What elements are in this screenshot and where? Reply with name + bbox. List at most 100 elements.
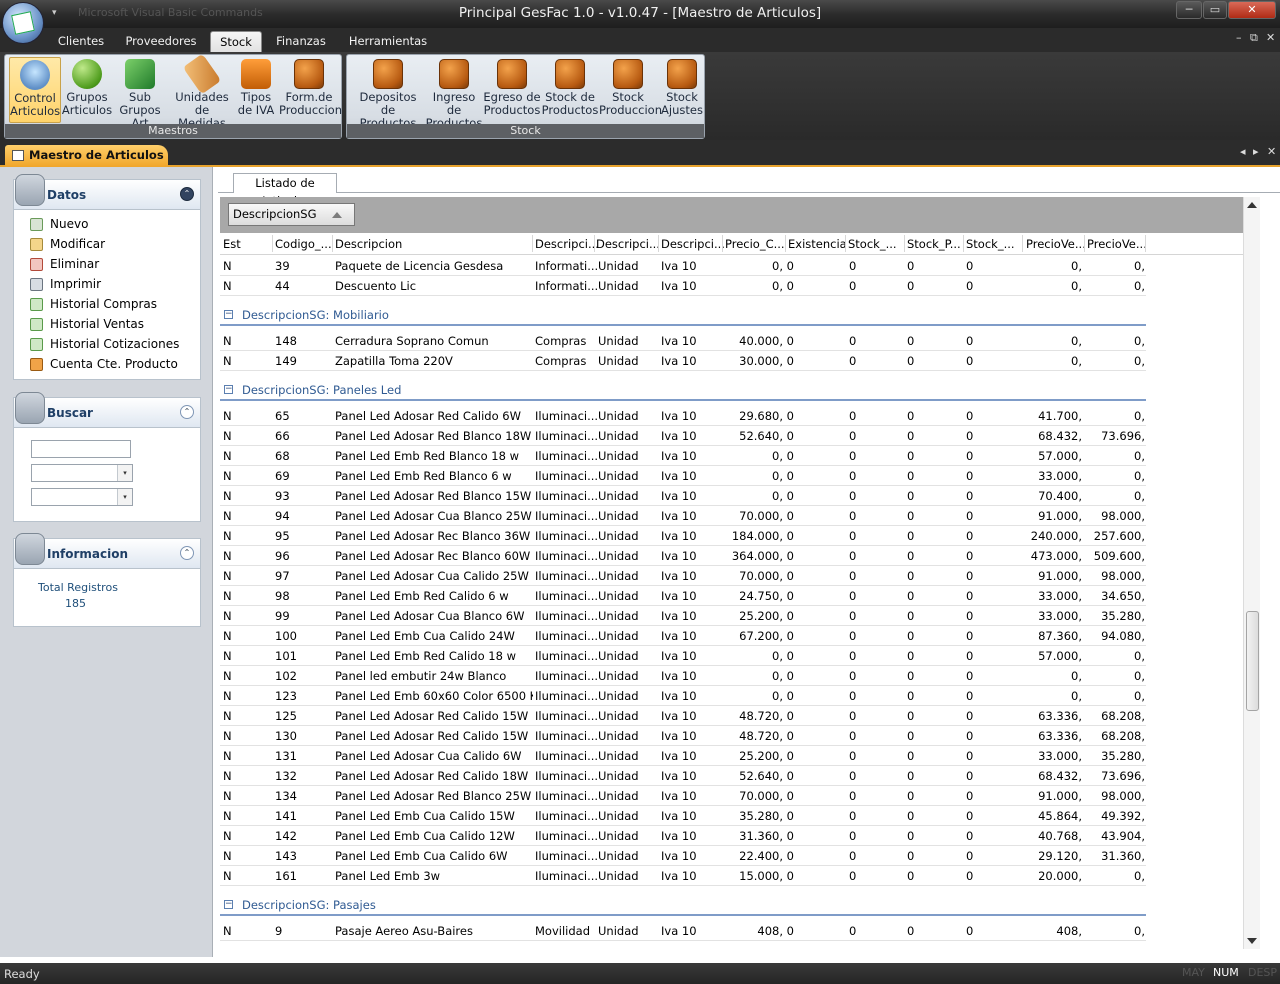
document-tab-maestro[interactable]: Maestro de Articulos	[5, 145, 168, 167]
form-produccion-button[interactable]: Form.de Produccion	[279, 57, 342, 123]
depositos-button[interactable]: Depositos de Productos	[351, 57, 425, 130]
action-cuenta-cte[interactable]: Cuenta Cte. Producto	[14, 355, 200, 375]
tab-next-icon[interactable]: ▸	[1253, 145, 1259, 158]
column-separator[interactable]	[785, 235, 786, 252]
table-row[interactable]: N 96 Panel Led Adosar Rec Blanco 60W 3... I…	[220, 546, 1146, 566]
stock-produccion-button[interactable]: Stock Produccion	[599, 57, 662, 123]
scroll-down-icon[interactable]	[1247, 938, 1257, 944]
tab-herramientas[interactable]: Herramientas	[342, 31, 434, 52]
group-row[interactable]: − DescripcionSG: Paneles Led	[220, 379, 1146, 401]
action-historial-ventas[interactable]: Historial Ventas	[14, 315, 200, 335]
table-row[interactable]: N 130 Panel Led Adosar Red Calido 15W Ilumi…	[220, 726, 1146, 746]
scroll-up-icon[interactable]	[1247, 202, 1257, 208]
collapse-group-icon[interactable]: −	[224, 900, 233, 909]
stock-productos-button[interactable]: Stock de Productos	[541, 57, 599, 123]
table-row[interactable]: N 132 Panel Led Adosar Red Calido 18W Ilumi…	[220, 766, 1146, 786]
scroll-thumb[interactable]	[1246, 611, 1259, 711]
mdi-restore-button[interactable]: ⧉	[1250, 31, 1258, 45]
table-row[interactable]: N 44 Descuento Lic Informati... Unidad Iva 10…	[220, 276, 1146, 296]
collapse-icon[interactable]: ⌃	[180, 187, 194, 201]
collapse-group-icon[interactable]: −	[224, 385, 233, 394]
column-header[interactable]: PrecioVe...	[1087, 237, 1147, 251]
column-separator[interactable]	[1145, 235, 1146, 252]
search-input[interactable]	[31, 440, 131, 458]
action-modificar[interactable]: Modificar	[14, 235, 200, 255]
column-separator[interactable]	[904, 235, 905, 252]
action-imprimir[interactable]: Imprimir	[14, 275, 200, 295]
column-separator[interactable]	[658, 235, 659, 252]
column-separator[interactable]	[722, 235, 723, 252]
tab-listado-articulos[interactable]: Listado de Articulos	[233, 173, 337, 208]
grupos-articulos-button[interactable]: Grupos Articulos	[61, 57, 113, 123]
table-row[interactable]: N 68 Panel Led Emb Red Blanco 18 w Iluminac…	[220, 446, 1146, 466]
collapse-group-icon[interactable]: −	[224, 310, 233, 319]
column-header[interactable]: Stock_...	[966, 237, 1015, 251]
column-separator[interactable]	[332, 235, 333, 252]
table-row[interactable]: N 141 Panel Led Emb Cua Calido 15W Iluminac…	[220, 806, 1146, 826]
column-header[interactable]: PrecioVe...	[1026, 237, 1086, 251]
tab-finanzas[interactable]: Finanzas	[270, 31, 332, 52]
column-header[interactable]: Codigo_...	[275, 237, 332, 251]
table-row[interactable]: N 161 Panel Led Emb 3w Iluminaci... Unidad Iv…	[220, 866, 1146, 886]
table-row[interactable]: N 95 Panel Led Adosar Rec Blanco 36W 3... I…	[220, 526, 1146, 546]
tab-stock[interactable]: Stock	[210, 31, 262, 52]
vertical-scrollbar[interactable]	[1243, 197, 1260, 949]
action-historial-cotizaciones[interactable]: Historial Cotizaciones	[14, 335, 200, 355]
column-header[interactable]: Est	[223, 237, 241, 251]
sub-grupos-button[interactable]: Sub Grupos Art	[111, 57, 169, 130]
column-separator[interactable]	[532, 235, 533, 252]
table-row[interactable]: N 102 Panel led embutir 24w Blanco Iluminac…	[220, 666, 1146, 686]
action-nuevo[interactable]: Nuevo	[14, 215, 200, 235]
table-row[interactable]: N 65 Panel Led Adosar Red Calido 6W Ilumina…	[220, 406, 1146, 426]
table-row[interactable]: N 100 Panel Led Emb Cua Calido 24W Iluminac…	[220, 626, 1146, 646]
column-header[interactable]: Precio_C...	[725, 237, 785, 251]
column-header[interactable]: Stock_...	[848, 237, 897, 251]
group-row[interactable]: − DescripcionSG: Pasajes	[220, 894, 1146, 916]
table-row[interactable]: N 99 Panel Led Adosar Cua Blanco 6W Ilumina…	[220, 606, 1146, 626]
table-row[interactable]: N 98 Panel Led Emb Red Calido 6 w Iluminaci…	[220, 586, 1146, 606]
table-row[interactable]: N 101 Panel Led Emb Red Calido 18 w Ilumina…	[220, 646, 1146, 666]
collapse-icon[interactable]: ⌃	[180, 546, 194, 560]
mdi-close-button[interactable]: ✕	[1266, 31, 1275, 44]
column-separator[interactable]	[845, 235, 846, 252]
column-separator[interactable]	[1022, 235, 1023, 252]
unidades-medidas-button[interactable]: Unidades de Medidas	[171, 53, 233, 130]
tab-proveedores[interactable]: Proveedores	[118, 31, 204, 52]
table-row[interactable]: N 39 Paquete de Licencia Gesdesa Informati.…	[220, 256, 1146, 276]
table-row[interactable]: N 69 Panel Led Emb Red Blanco 6 w Iluminaci…	[220, 466, 1146, 486]
column-header[interactable]: Descripci...	[661, 237, 725, 251]
column-header[interactable]: Stock_P...	[907, 237, 961, 251]
table-row[interactable]: N 134 Panel Led Adosar Red Blanco 25W Ilumi…	[220, 786, 1146, 806]
group-by-descripcionsg-chip[interactable]: DescripcionSG	[228, 203, 355, 226]
column-header[interactable]: Descripci...	[535, 237, 599, 251]
column-header[interactable]: Descripci...	[596, 237, 660, 251]
table-row[interactable]: N 142 Panel Led Emb Cua Calido 12W Iluminac…	[220, 826, 1146, 846]
table-row[interactable]: N 93 Panel Led Adosar Red Blanco 15W Ilumin…	[220, 486, 1146, 506]
column-header[interactable]: Existencia	[788, 237, 847, 251]
table-row[interactable]: N 97 Panel Led Adosar Cua Calido 25W Ilumin…	[220, 566, 1146, 586]
table-row[interactable]: N 123 Panel Led Emb 60x60 Color 6500 K ...…	[220, 686, 1146, 706]
column-separator[interactable]	[1084, 235, 1085, 252]
minimize-button[interactable]: ─	[1176, 1, 1202, 19]
column-separator[interactable]	[594, 235, 595, 252]
tipos-iva-button[interactable]: Tipos de IVA	[233, 57, 279, 123]
chevron-down-icon[interactable]: ▾	[117, 489, 132, 505]
column-separator[interactable]	[963, 235, 964, 252]
action-eliminar[interactable]: Eliminar	[14, 255, 200, 275]
table-row[interactable]: N 66 Panel Led Adosar Red Blanco 18W Ilumin…	[220, 426, 1146, 446]
table-row[interactable]: N 143 Panel Led Emb Cua Calido 6W Iluminaci…	[220, 846, 1146, 866]
close-button[interactable]: ✕	[1228, 1, 1276, 19]
application-menu-button[interactable]	[2, 2, 44, 44]
chevron-down-icon[interactable]: ▾	[117, 465, 132, 481]
maximize-button[interactable]: ▭	[1203, 1, 1227, 19]
action-historial-compras[interactable]: Historial Compras	[14, 295, 200, 315]
ingreso-button[interactable]: Ingreso de Productos	[425, 57, 483, 130]
tab-prev-icon[interactable]: ◂	[1240, 145, 1246, 158]
table-row[interactable]: N 131 Panel Led Adosar Cua Calido 6W Ilumin…	[220, 746, 1146, 766]
mdi-minimize-button[interactable]: –	[1236, 31, 1242, 44]
table-row[interactable]: N 125 Panel Led Adosar Red Calido 15W Ilumi…	[220, 706, 1146, 726]
collapse-icon[interactable]: ⌃	[180, 405, 194, 419]
column-separator[interactable]	[272, 235, 273, 252]
tab-close-icon[interactable]: ✕	[1267, 145, 1276, 158]
table-row[interactable]: N 94 Panel Led Adosar Cua Blanco 25W Ilumin…	[220, 506, 1146, 526]
